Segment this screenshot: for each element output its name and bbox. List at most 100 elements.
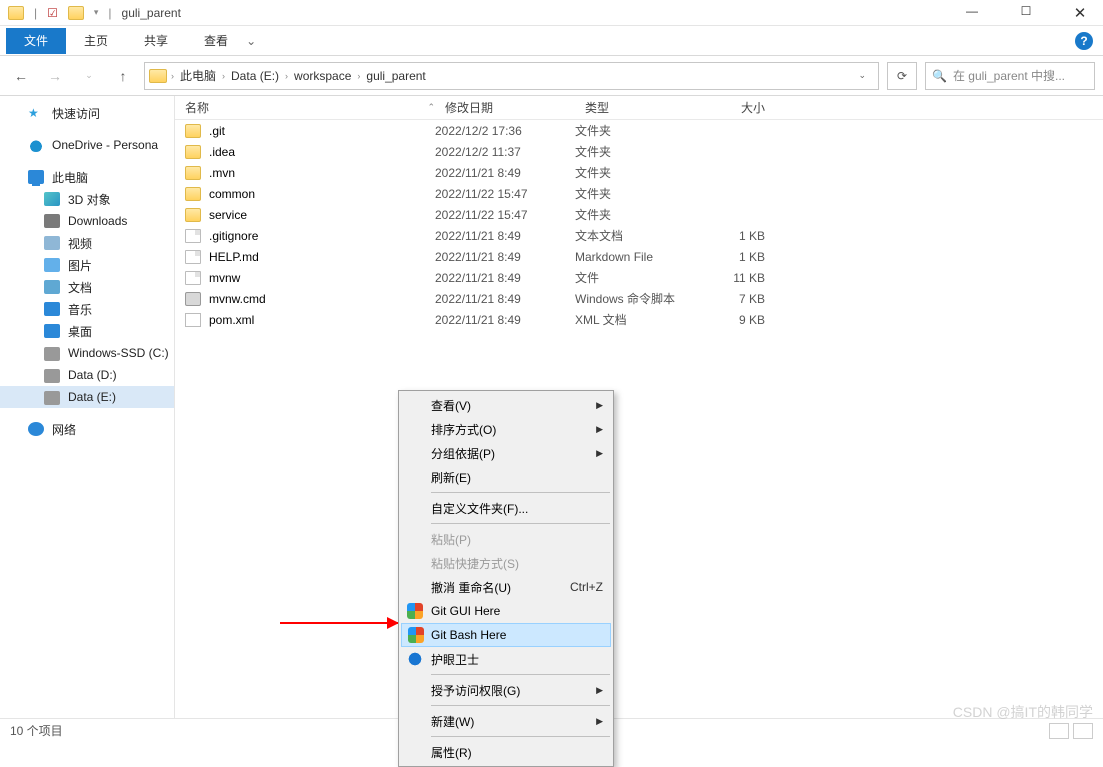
table-row[interactable]: mvnw.cmd 2022/11/21 8:49 Windows 命令脚本 7 … [175,288,1103,309]
file-date: 2022/11/21 8:49 [435,229,575,243]
up-button[interactable]: ↑ [110,63,136,89]
qat-dropdown-icon[interactable]: ▾ [94,7,99,18]
folder-icon [68,6,84,20]
search-input[interactable]: 🔍 在 guli_parent 中搜... [925,62,1095,90]
breadcrumb[interactable]: guli_parent [360,69,431,83]
sidebar-item-quick-access[interactable]: ★快速访问 [0,102,174,124]
sidebar-item-pictures[interactable]: 图片 [0,254,174,276]
file-size: 9 KB [705,313,785,327]
view-large-button[interactable] [1073,723,1093,739]
breadcrumb[interactable]: workspace [288,69,357,83]
sidebar-item-downloads[interactable]: Downloads [0,210,174,232]
sidebar-item-desktop[interactable]: 桌面 [0,320,174,342]
file-name: .git [209,124,225,138]
folder-icon [185,187,201,201]
table-row[interactable]: .idea 2022/12/2 11:37 文件夹 [175,141,1103,162]
file-type: 文本文档 [575,227,705,244]
menu-item[interactable]: 查看(V)▶ [401,393,611,417]
column-header-size[interactable]: 大小 [705,99,785,116]
breadcrumb[interactable]: Data (E:) [225,69,285,83]
tab-share[interactable]: 共享 [126,28,186,54]
menu-item[interactable]: 授予访问权限(G)▶ [401,678,611,702]
forward-button[interactable]: → [42,63,68,89]
menu-item[interactable]: 护眼卫士 [401,647,611,671]
sidebar-item-network[interactable]: 网络 [0,418,174,440]
navigation-pane: ★快速访问 OneDrive - Persona 此电脑 3D 对象 Downl… [0,96,175,718]
titlebar: | ☑ ▾ | guli_parent — ☐ ✕ [0,0,1103,26]
video-icon [44,236,60,250]
sidebar-item-onedrive[interactable]: OneDrive - Persona [0,134,174,156]
menu-label: 护眼卫士 [431,651,479,668]
desktop-icon [44,324,60,338]
menu-label: 排序方式(O) [431,421,496,438]
address-dropdown-icon[interactable]: ⌄ [850,70,874,81]
file-date: 2022/11/22 15:47 [435,208,575,222]
column-header-type[interactable]: 类型 [575,99,705,116]
menu-item[interactable]: Git GUI Here [401,599,611,623]
menu-item[interactable]: 刷新(E) [401,465,611,489]
back-button[interactable]: ← [8,63,34,89]
menu-item[interactable]: 属性(R) [401,740,611,764]
window-title: guli_parent [122,6,181,20]
sidebar-item-3d-objects[interactable]: 3D 对象 [0,188,174,210]
table-row[interactable]: .mvn 2022/11/21 8:49 文件夹 [175,162,1103,183]
file-name: .gitignore [209,229,258,243]
table-row[interactable]: mvnw 2022/11/21 8:49 文件 11 KB [175,267,1103,288]
file-type: Windows 命令脚本 [575,290,705,307]
file-date: 2022/12/2 17:36 [435,124,575,138]
file-name: .mvn [209,166,235,180]
menu-item[interactable]: 自定义文件夹(F)... [401,496,611,520]
menu-item[interactable]: 分组依据(P)▶ [401,441,611,465]
sidebar-item-videos[interactable]: 视频 [0,232,174,254]
pc-icon [28,170,44,184]
view-details-button[interactable] [1049,723,1069,739]
file-rows: .git 2022/12/2 17:36 文件夹 .idea 2022/12/2… [175,120,1103,330]
file-size: 1 KB [705,229,785,243]
minimize-button[interactable]: — [957,4,987,22]
column-header-name[interactable]: 名称⌃ [175,99,435,116]
menu-item[interactable]: Git Bash Here [401,623,611,647]
maximize-button[interactable]: ☐ [1011,4,1041,22]
3d-objects-icon [44,192,60,206]
file-name: service [209,208,247,222]
help-button[interactable]: ? [1075,32,1093,50]
sidebar-item-ssd[interactable]: Windows-SSD (C:) [0,342,174,364]
refresh-button[interactable]: ⟳ [887,62,917,90]
tab-home[interactable]: 主页 [66,28,126,54]
table-row[interactable]: .git 2022/12/2 17:36 文件夹 [175,120,1103,141]
breadcrumb[interactable]: 此电脑 [174,67,222,84]
sidebar-item-documents[interactable]: 文档 [0,276,174,298]
table-row[interactable]: service 2022/11/22 15:47 文件夹 [175,204,1103,225]
sidebar-item-data-d[interactable]: Data (D:) [0,364,174,386]
table-row[interactable]: HELP.md 2022/11/21 8:49 Markdown File 1 … [175,246,1103,267]
menu-item[interactable]: 撤消 重命名(U)Ctrl+Z [401,575,611,599]
menu-separator [431,492,610,493]
tab-file[interactable]: 文件 [6,28,66,54]
sidebar-item-data-e[interactable]: Data (E:) [0,386,174,408]
sidebar-item-this-pc[interactable]: 此电脑 [0,166,174,188]
watermark: CSDN @搞IT的韩同学 [953,702,1093,722]
menu-separator [431,736,610,737]
file-date: 2022/11/21 8:49 [435,166,575,180]
tab-view[interactable]: 查看 [186,28,246,54]
column-header-date[interactable]: 修改日期 [435,99,575,116]
address-bar[interactable]: › 此电脑 › Data (E:) › workspace › guli_par… [144,62,879,90]
sidebar-item-music[interactable]: 音乐 [0,298,174,320]
menu-item[interactable]: 排序方式(O)▶ [401,417,611,441]
file-name: common [209,187,255,201]
menu-separator [431,523,610,524]
submenu-arrow-icon: ▶ [596,400,603,411]
network-icon [28,422,44,436]
menu-separator [431,705,610,706]
table-row[interactable]: common 2022/11/22 15:47 文件夹 [175,183,1103,204]
status-text: 10 个项目 [10,722,63,739]
close-button[interactable]: ✕ [1065,4,1095,22]
expand-ribbon-icon[interactable]: ⌄ [246,34,256,48]
checkbox-icon[interactable]: ☑ [47,6,58,20]
recent-dropdown-icon[interactable]: ⌄ [76,63,102,89]
menu-label: 新建(W) [431,713,474,730]
table-row[interactable]: .gitignore 2022/11/21 8:49 文本文档 1 KB [175,225,1103,246]
table-row[interactable]: pom.xml 2022/11/21 8:49 XML 文档 9 KB [175,309,1103,330]
file-type: 文件夹 [575,122,705,139]
menu-item[interactable]: 新建(W)▶ [401,709,611,733]
